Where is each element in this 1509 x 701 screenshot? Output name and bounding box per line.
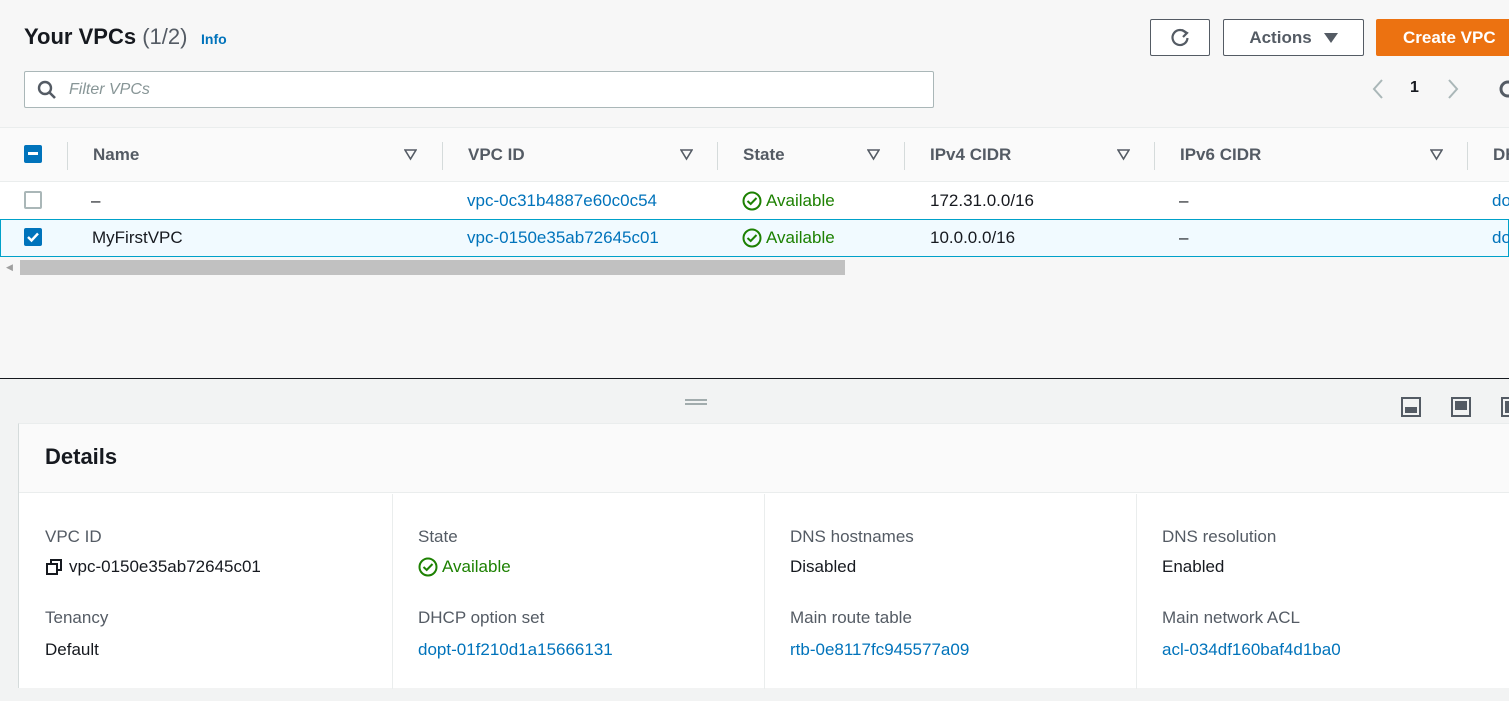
vpc-list-panel: Your VPCs (1/2) Info Actions Create VPC … [0, 0, 1509, 378]
field-label-vpc-id: VPC ID [45, 527, 102, 546]
field-value-vpc-id: vpc-0150e35ab72645c01 [45, 557, 261, 577]
details-column: DNS resolution Enabled Main network ACL … [1136, 494, 1509, 689]
horizontal-scrollbar[interactable]: ◀ [0, 257, 1509, 277]
filter-box[interactable] [24, 71, 934, 108]
column-header-name[interactable]: Name [93, 145, 139, 165]
page-title: Your VPCs (1/2) [24, 24, 187, 50]
check-circle-icon [418, 557, 438, 577]
details-column: State Available DHCP option set dopt-01f… [392, 494, 765, 689]
field-label-state: State [418, 527, 458, 546]
field-value-tenancy: Default [45, 640, 99, 659]
state-text: Available [442, 557, 511, 576]
row-vpc-id-link[interactable]: vpc-0150e35ab72645c01 [467, 228, 659, 248]
row-dhcp-link[interactable]: do [1492, 228, 1509, 248]
caret-down-icon [1323, 32, 1338, 43]
field-value-state: Available [418, 557, 511, 577]
field-label-dns-resolution: DNS resolution [1162, 527, 1277, 546]
row-state: Available [742, 191, 835, 211]
current-page[interactable]: 1 [1410, 79, 1419, 97]
main-network-acl-link[interactable]: acl-034df160baf4d1ba0 [1162, 640, 1341, 660]
row-vpc-id-link[interactable]: vpc-0c31b4887e60c0c54 [467, 191, 657, 211]
main-route-table-link[interactable]: rtb-0e8117fc945577a09 [790, 640, 969, 660]
scrollbar-thumb[interactable] [20, 260, 845, 275]
sort-icon[interactable] [1117, 148, 1130, 161]
actions-label: Actions [1249, 27, 1312, 47]
details-title: Details [45, 444, 118, 469]
field-label-dhcp: DHCP option set [418, 608, 545, 627]
sort-icon[interactable] [404, 148, 417, 161]
sort-icon[interactable] [1430, 148, 1443, 161]
drag-handle-icon[interactable] [684, 398, 708, 406]
field-value-dns-resolution: Enabled [1162, 557, 1225, 576]
refresh-button[interactable] [1150, 19, 1210, 56]
info-link[interactable]: Info [201, 31, 227, 47]
row-checkbox[interactable] [24, 228, 42, 246]
panel-side-icon[interactable] [1450, 396, 1472, 418]
chevron-left-icon[interactable] [1370, 78, 1386, 100]
copy-icon[interactable] [45, 558, 63, 576]
check-circle-icon [742, 191, 762, 211]
row-ipv4-cidr: 172.31.0.0/16 [930, 191, 1034, 210]
row-state: Available [742, 228, 835, 248]
filter-input[interactable] [67, 77, 911, 103]
row-name: – [91, 191, 101, 210]
row-dhcp-link[interactable]: do [1492, 191, 1509, 211]
field-label-main-network-acl: Main network ACL [1162, 608, 1300, 627]
split-divider [0, 378, 1509, 379]
scroll-left-icon[interactable]: ◀ [6, 262, 13, 273]
create-vpc-button[interactable]: Create VPC [1376, 19, 1509, 56]
chevron-right-icon[interactable] [1445, 78, 1461, 100]
column-header-state[interactable]: State [743, 145, 785, 165]
search-icon [37, 80, 56, 99]
table-row[interactable]: – vpc-0c31b4887e60c0c54 Available 172.31… [0, 182, 1509, 220]
checkmark-icon [27, 232, 39, 243]
table-row-selected[interactable]: MyFirstVPC vpc-0150e35ab72645c01 Availab… [0, 219, 1509, 257]
column-header-ipv6-cidr[interactable]: IPv6 CIDR [1180, 145, 1261, 165]
sort-icon[interactable] [867, 148, 880, 161]
column-header-dhcp[interactable]: DH [1493, 145, 1509, 165]
row-state-label: Available [766, 228, 835, 247]
row-name: MyFirstVPC [92, 228, 183, 247]
row-checkbox[interactable] [24, 191, 42, 209]
row-ipv4-cidr: 10.0.0.0/16 [930, 228, 1016, 247]
gear-icon[interactable] [1497, 78, 1509, 100]
field-label-main-route-table: Main route table [790, 608, 912, 627]
vpc-id-text: vpc-0150e35ab72645c01 [69, 557, 261, 576]
select-all-checkbox[interactable] [24, 145, 42, 163]
field-label-tenancy: Tenancy [45, 608, 109, 627]
row-ipv6-cidr: – [1179, 228, 1189, 247]
details-column: DNS hostnames Disabled Main route table … [764, 494, 1137, 689]
create-vpc-label: Create VPC [1403, 27, 1496, 47]
refresh-icon [1171, 28, 1189, 46]
actions-button[interactable]: Actions [1223, 19, 1364, 56]
check-circle-icon [742, 228, 762, 248]
dhcp-option-set-link[interactable]: dopt-01f210d1a15666131 [418, 640, 613, 660]
sort-icon[interactable] [680, 148, 693, 161]
details-column: VPC ID vpc-0150e35ab72645c01 Tenancy Def… [19, 494, 392, 689]
page-title-text: Your VPCs [24, 24, 137, 49]
panel-bottom-icon[interactable] [1400, 396, 1422, 418]
panel-hide-icon[interactable] [1500, 396, 1509, 418]
table-header: Name VPC ID State IPv4 CIDR IPv6 CIDR DH [0, 127, 1509, 182]
column-header-vpc-id[interactable]: VPC ID [468, 145, 525, 165]
column-header-ipv4-cidr[interactable]: IPv4 CIDR [930, 145, 1011, 165]
field-value-dns-hostnames: Disabled [790, 557, 857, 576]
details-panel: Details VPC ID vpc-0150e35ab72645c01 Ten… [18, 423, 1509, 689]
details-header: Details [19, 424, 1509, 493]
row-state-label: Available [766, 191, 835, 210]
row-ipv6-cidr: – [1179, 191, 1189, 210]
selection-count: (1/2) [142, 24, 188, 49]
field-label-dns-hostnames: DNS hostnames [790, 527, 914, 546]
